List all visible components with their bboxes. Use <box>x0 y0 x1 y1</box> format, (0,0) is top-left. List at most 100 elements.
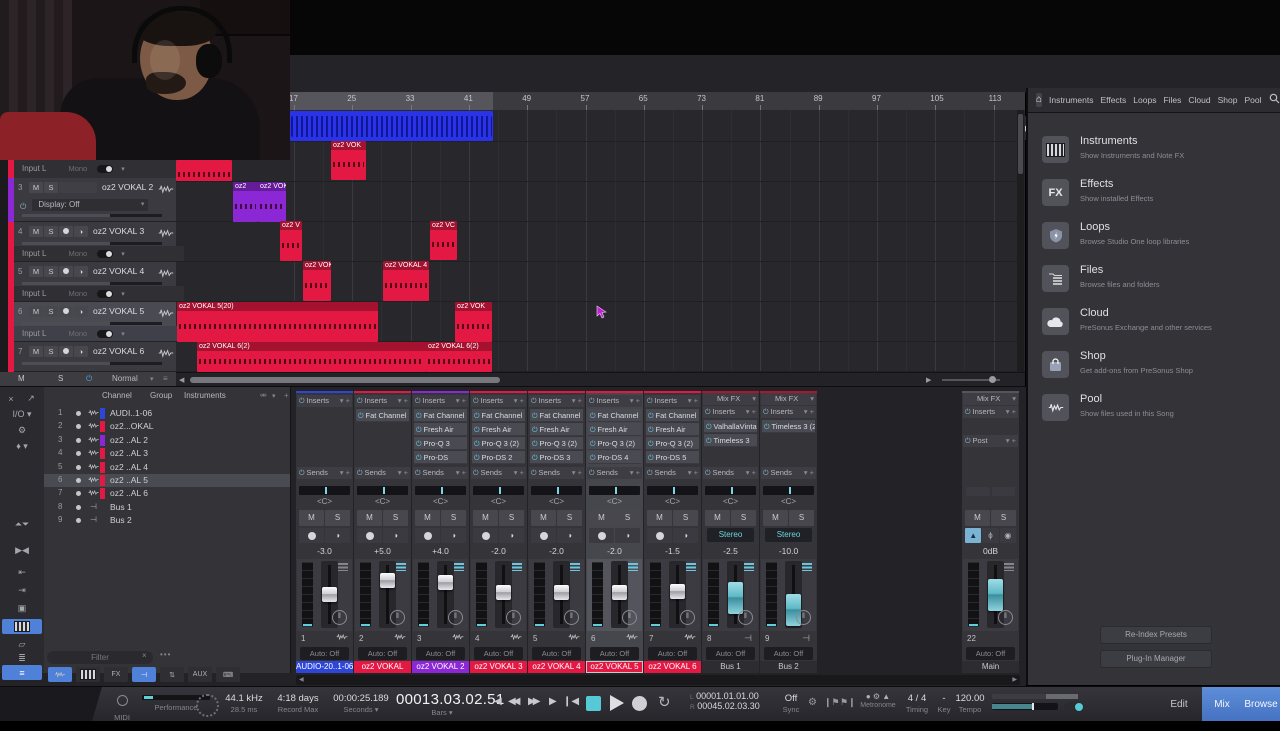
insert-slot[interactable]: ⏻Fresh Air <box>472 423 525 436</box>
inserts-header[interactable]: ⏻Inserts▾ + <box>413 395 468 407</box>
record-arm-button[interactable] <box>473 528 498 543</box>
track-solo-button[interactable]: S <box>44 266 58 277</box>
channel-name-strip[interactable]: oz2 VOKAL 6 <box>644 661 701 673</box>
monitor-button[interactable]: ◑ <box>383 528 408 543</box>
track-record-button[interactable] <box>59 306 73 317</box>
insert-slot[interactable]: ⏻Pro-DS 5 <box>646 451 699 464</box>
audio-clip-oz2-v[interactable]: oz2 V <box>280 221 302 261</box>
browser-item-instruments[interactable]: InstrumentsShow Instruments and Note FX <box>1028 129 1280 172</box>
browse-view-button[interactable]: Browse <box>1242 687 1280 721</box>
scroll-right-arrow-icon[interactable]: ▶ <box>926 376 931 384</box>
power-icon[interactable]: ⏻ <box>20 199 26 215</box>
insert-slot[interactable]: ⏻Fat Channel <box>646 409 699 422</box>
mute-button[interactable]: M <box>589 510 614 526</box>
insert-slot[interactable]: ⏻Pro-DS 3 <box>530 451 583 464</box>
transport-return-to-zero-button[interactable]: ❙◀ <box>563 696 579 730</box>
audio-channels-icon[interactable] <box>48 667 72 682</box>
row-active-dot[interactable] <box>76 478 81 483</box>
time-display[interactable]: 00:00:25.189 Seconds ▾ <box>330 687 392 721</box>
track-solo-button[interactable]: S <box>44 182 58 193</box>
channel-editor-button[interactable]: ‖ <box>796 610 811 625</box>
track-volume-slider[interactable] <box>22 242 162 245</box>
track-mute-button[interactable]: M <box>29 226 43 237</box>
track-volume-slider[interactable] <box>22 322 162 325</box>
channel-list-row-9[interactable]: 9⊣Bus 2 <box>44 514 290 527</box>
detach-icon[interactable]: ↗ <box>22 391 40 406</box>
insert-slot[interactable]: ⏻Fat Channel <box>588 409 641 422</box>
track-volume-slider[interactable] <box>22 282 162 285</box>
sends-header[interactable]: ⏻Sends▾ + <box>471 467 526 479</box>
channel-editor-button[interactable]: ‖ <box>998 610 1013 625</box>
sends-header[interactable]: ⏻Sends▾ + <box>703 467 758 479</box>
pan-slider[interactable] <box>415 486 466 495</box>
browser-tab-loops[interactable]: Loops <box>1133 95 1156 105</box>
channel-list-row-1[interactable]: 1AUDI..1-06 <box>44 407 290 420</box>
chevron-down-icon[interactable]: ▾ <box>272 392 276 400</box>
insert-slot[interactable]: ⏻Pro-Q 3 (2) <box>472 437 525 450</box>
insert-slot[interactable]: ⏻Pro-Q 3 <box>414 437 467 450</box>
browser-item-shop[interactable]: ShopGet add-ons from PreSonus Shop <box>1028 344 1280 387</box>
inserts-header[interactable]: ⏻Inserts▾ + <box>529 395 584 407</box>
bars-unit[interactable]: Bars ▾ <box>396 708 488 717</box>
automation-mode-button[interactable]: Auto: Off <box>648 647 697 660</box>
sends-header[interactable]: ⏻Sends▾ + <box>297 467 352 479</box>
row-active-dot[interactable] <box>76 465 81 470</box>
browser-tab-effects[interactable]: Effects <box>1100 95 1126 105</box>
track-name[interactable]: oz2 VOKAL 4 <box>93 262 144 281</box>
channel-name-strip[interactable]: oz2 VOKAL 4 <box>528 661 585 673</box>
track-record-button[interactable] <box>59 266 73 277</box>
arrange-vscrollbar[interactable] <box>1017 110 1024 372</box>
automation-mode-button[interactable]: Auto: Off <box>590 647 639 660</box>
chevron-down-icon[interactable]: ▾ <box>121 161 125 179</box>
row-active-dot[interactable] <box>76 451 81 456</box>
insert-slot[interactable]: ⏻Fat Channel <box>356 409 409 422</box>
audio-clip-oz2[interactable]: oz2 <box>233 182 258 222</box>
channel-name-strip[interactable]: oz2 VOKAL 3 <box>470 661 527 673</box>
solo-button[interactable]: S <box>499 510 524 526</box>
chevron-down-icon[interactable]: ▾ <box>121 327 125 342</box>
record-arm-button[interactable] <box>589 528 614 543</box>
loop-range-block[interactable]: L 00001.01.01.00 R 00045.02.03.30 <box>690 687 768 721</box>
edit-view-button[interactable]: Edit <box>1156 687 1202 721</box>
transport-next-button[interactable]: ▶ <box>549 696 557 730</box>
chevron-down-icon[interactable]: ▾ <box>121 287 125 302</box>
browser-tab-instruments[interactable]: Instruments <box>1049 95 1093 105</box>
fader-cap[interactable] <box>496 585 511 600</box>
link-icon[interactable]: ⚮ <box>260 391 267 400</box>
wrench-icon[interactable]: ⚙ <box>2 423 42 438</box>
channel-editor-button[interactable]: ‖ <box>448 610 463 625</box>
layers-icon[interactable]: ▱ <box>2 637 42 652</box>
collapse-icon[interactable]: ⏶⏷ <box>2 517 42 532</box>
pan-slider[interactable] <box>531 486 582 495</box>
row-active-dot[interactable] <box>76 518 81 523</box>
mute-button[interactable]: M <box>473 510 498 526</box>
balance-button[interactable]: ◉ <box>1000 528 1016 543</box>
insert-slot[interactable]: ⏻Pro-DS <box>414 451 467 464</box>
solo-button[interactable]: S <box>557 510 582 526</box>
automation-mode-button[interactable]: Auto: Off <box>764 647 813 660</box>
solo-button[interactable]: S <box>991 510 1016 526</box>
pan-slider[interactable] <box>473 486 524 495</box>
io-selector[interactable]: I/O ▾ <box>2 407 42 422</box>
hscroll-thumb[interactable] <box>190 377 500 383</box>
chevron-down-icon[interactable]: ▾ <box>121 247 125 262</box>
monitor-button[interactable]: ◑ <box>325 528 350 543</box>
automation-mode-button[interactable]: Auto: Off <box>358 647 407 660</box>
panel-icon[interactable]: ▣ <box>2 601 42 616</box>
monitor-button[interactable]: ◑ <box>557 528 582 543</box>
inserts-header[interactable]: ⏻Inserts▾ + <box>645 395 700 407</box>
sends-header[interactable]: ⏻Sends▾ + <box>587 467 642 479</box>
browser-tab-files[interactable]: Files <box>1163 95 1181 105</box>
narrow-icon[interactable]: ▶◀ <box>2 543 42 558</box>
browser-item-loops[interactable]: LoopsBrowse Studio One loop libraries <box>1028 215 1280 258</box>
audio-clip-oz2-vokal-6-2-[interactable]: oz2 VOKAL 6(2) <box>197 342 426 372</box>
chevron-down-icon[interactable]: ▾ <box>150 375 154 383</box>
insert-slot[interactable]: ⏻Fat Channel <box>472 409 525 422</box>
arrange-zoom-slider[interactable] <box>942 379 1000 381</box>
fader-cap[interactable] <box>322 587 337 602</box>
automation-mode-button[interactable]: Auto: Off <box>706 647 755 660</box>
input-mono-toggle[interactable] <box>97 290 113 298</box>
track-name[interactable]: oz2 VOKAL 5 <box>93 302 144 321</box>
input-mono-toggle[interactable] <box>97 250 113 258</box>
mic-selector[interactable]: ♦ ▾ <box>2 439 42 454</box>
